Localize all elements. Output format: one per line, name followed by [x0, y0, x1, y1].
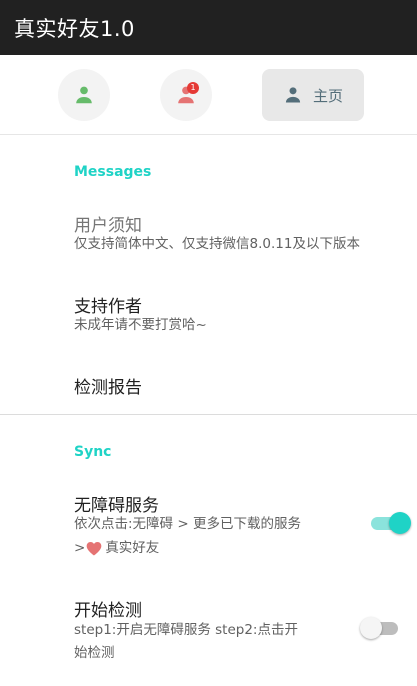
tab-contacts[interactable] [58, 69, 110, 121]
section-header-sync: Sync [74, 444, 112, 460]
toggle-thumb [360, 617, 382, 639]
person-icon [76, 86, 92, 104]
summary-app-name: 真实好友 [105, 540, 160, 556]
summary-prefix: > [74, 540, 86, 556]
notification-badge: 1 [187, 82, 199, 94]
tab-notifications[interactable]: 1 [160, 69, 212, 121]
pref-accessibility-summary-line2: > 真实好友 [74, 537, 159, 559]
pref-start-check-title: 开始检测 [74, 601, 142, 621]
app-title-bar: 真实好友1.0 [0, 0, 417, 55]
section-header-messages: Messages [74, 164, 152, 180]
app-title: 真实好友1.0 [14, 16, 135, 41]
pref-start-check-summary-line2: 始检测 [74, 645, 115, 661]
accessibility-toggle[interactable] [369, 511, 411, 535]
tab-home[interactable]: 主页 [262, 69, 364, 121]
pref-start-check-summary-line1: step1:开启无障碍服务 step2:点击开 [74, 622, 298, 638]
tab-home-label: 主页 [312, 86, 343, 105]
pref-user-notice-summary: 仅支持简体中文、仅支持微信8.0.11及以下版本 [74, 236, 360, 252]
section-divider [0, 414, 417, 415]
pref-accessibility-summary-line1: 依次点击:无障碍 > 更多已下载的服务 [74, 516, 301, 532]
toggle-thumb [389, 512, 411, 534]
start-check-toggle[interactable] [360, 616, 400, 640]
heart-icon [86, 541, 102, 555]
tab-bar: 1 主页 [0, 55, 417, 135]
person-icon [285, 87, 301, 103]
pref-report-title: 检测报告 [74, 378, 142, 398]
pref-support-author-summary: 未成年请不要打赏哈~ [74, 317, 207, 333]
